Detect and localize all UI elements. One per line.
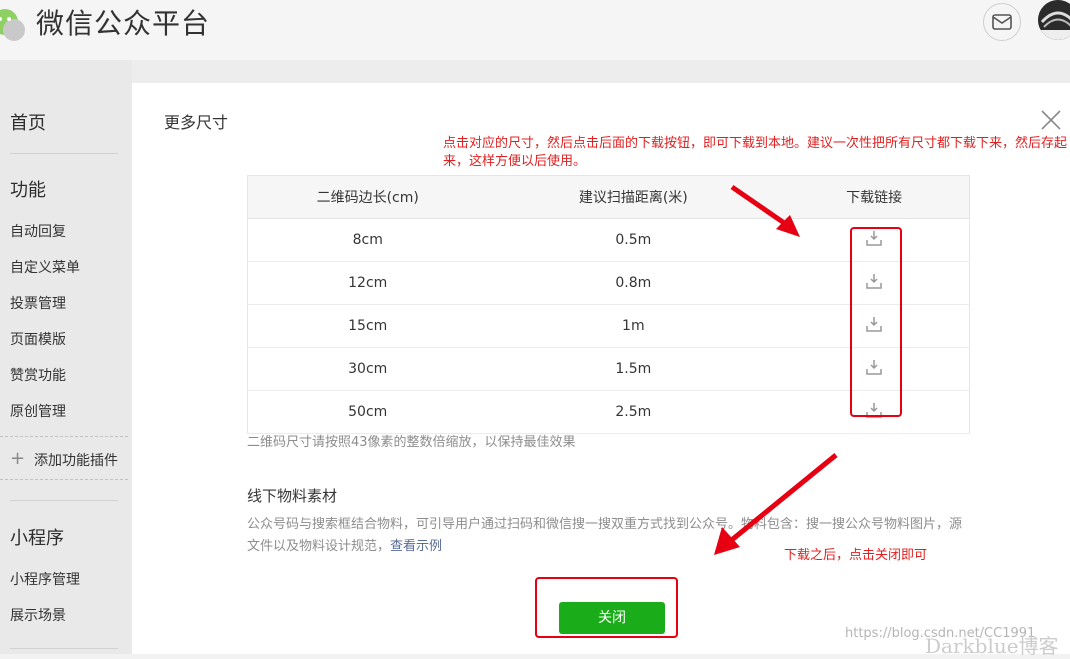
cell-size: 8cm <box>247 218 488 262</box>
cell-size: 50cm <box>247 390 488 434</box>
more-sizes-dialog: 更多尺寸 点击对应的尺寸，然后点击后面的下载按钮，即可下载到本地。建议一次性把所… <box>132 83 1070 654</box>
sidebar-item-reward[interactable]: 赞赏功能 <box>10 365 66 385</box>
cell-size: 30cm <box>247 347 488 391</box>
sidebar-divider <box>10 648 118 649</box>
sidebar-item-vote[interactable]: 投票管理 <box>10 293 66 313</box>
dialog-title: 更多尺寸 <box>164 113 229 132</box>
offline-section-title: 线下物料素材 <box>247 487 338 505</box>
cell-distance: 1m <box>487 304 780 348</box>
annotation-bottom: 下载之后，点击关闭即可 <box>784 548 928 563</box>
sidebar-item-home[interactable]: 首页 <box>10 109 46 135</box>
sidebar-item-mini-manage[interactable]: 小程序管理 <box>10 569 80 589</box>
cell-size: 15cm <box>247 304 488 348</box>
sidebar-dash-divider <box>0 436 128 437</box>
view-example-link[interactable]: 查看示例 <box>390 539 442 554</box>
avatar[interactable] <box>1038 0 1070 40</box>
sidebar-item-showcase[interactable]: 展示场景 <box>10 605 66 625</box>
sidebar-divider <box>10 500 118 501</box>
cell-size: 12cm <box>247 261 488 305</box>
col-header-size: 二维码边长(cm) <box>247 175 488 219</box>
sidebar-section-function: 功能 <box>10 180 46 201</box>
size-hint: 二维码尺寸请按照43像素的整数倍缩放，以保持最佳效果 <box>247 435 576 450</box>
arrow-to-downloads-icon <box>730 184 800 237</box>
download-column-highlight <box>850 227 902 417</box>
close-button[interactable]: 关闭 <box>559 602 665 634</box>
annotation-top: 点击对应的尺寸，然后点击后面的下载按钮，即可下载到本地。建议一次性把所有尺寸都下… <box>443 136 1068 169</box>
table-header-row: 二维码边长(cm) 建议扫描距离(米) 下载链接 <box>247 175 970 219</box>
plus-icon: + <box>10 448 26 469</box>
sidebar-item-custom-menu[interactable]: 自定义菜单 <box>10 257 80 277</box>
cell-distance: 1.5m <box>487 347 780 391</box>
top-header: 微信公众平台 <box>0 0 1070 60</box>
mail-icon <box>992 14 1012 30</box>
sidebar-divider <box>10 153 118 154</box>
sidebar-add-plugin[interactable]: 添加功能插件 <box>34 450 118 470</box>
close-icon[interactable] <box>1040 109 1062 131</box>
sidebar-section-mini: 小程序 <box>10 528 64 549</box>
cell-distance: 2.5m <box>487 390 780 434</box>
sidebar-item-page-template[interactable]: 页面模版 <box>10 329 66 349</box>
watermark-blog: Darkblue博客 <box>925 634 1059 658</box>
wechat-logo-icon[interactable] <box>0 6 26 42</box>
message-button[interactable] <box>983 3 1021 41</box>
sidebar-item-auto-reply[interactable]: 自动回复 <box>10 221 66 241</box>
sidebar-dash-divider <box>0 479 128 480</box>
cell-distance: 0.8m <box>487 261 780 305</box>
sidebar-item-original[interactable]: 原创管理 <box>10 401 66 421</box>
sidebar: 首页 功能 自动回复 自定义菜单 投票管理 页面模版 赞赏功能 原创管理 + 添… <box>0 60 132 654</box>
brand-title[interactable]: 微信公众平台 <box>36 2 210 42</box>
